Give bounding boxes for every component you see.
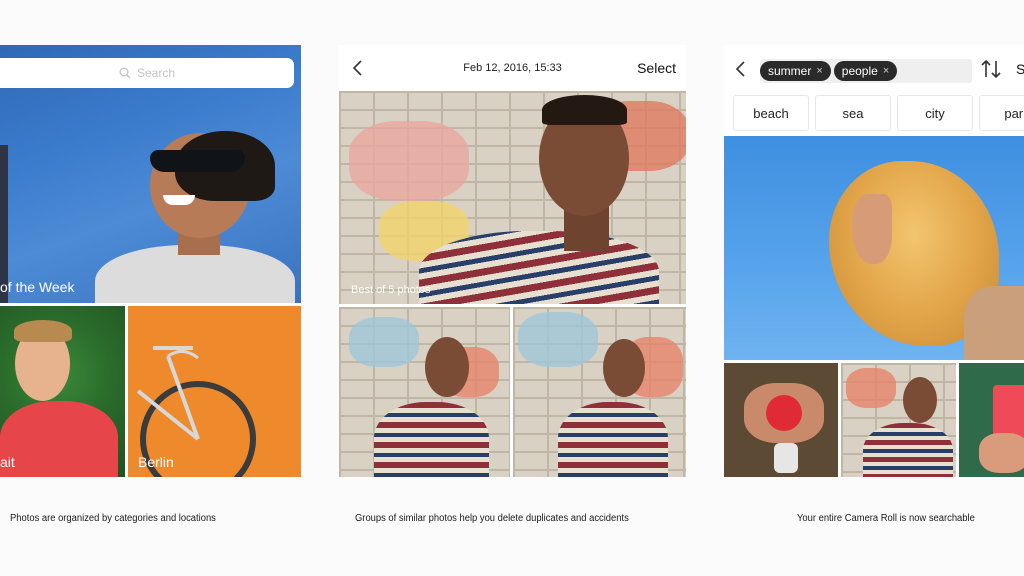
caption-search: Your entire Camera Roll is now searchabl… <box>797 513 975 524</box>
hand <box>979 433 1024 473</box>
portrait-category-card[interactable]: ait <box>0 306 125 477</box>
search-placeholder: Search <box>136 66 176 80</box>
caption-categories: Photos are organized by categories and l… <box>10 513 216 524</box>
suggestion-chips: beach sea city park <box>724 95 1024 131</box>
categories-screen: Search of the Week ait Berlin <box>0 45 301 477</box>
chip-beach[interactable]: beach <box>733 95 809 131</box>
graffiti-mark <box>349 121 469 201</box>
boy-head <box>425 337 469 397</box>
photo-date: Feb 12, 2016, 15:33 <box>463 62 562 74</box>
search-token-summer[interactable]: summer × <box>760 61 831 81</box>
remove-token-icon[interactable]: × <box>883 65 889 77</box>
remove-token-icon[interactable]: × <box>816 65 822 77</box>
boy-shirt <box>374 402 489 477</box>
location-label: Berlin <box>138 454 174 470</box>
similar-photo-thumbnail[interactable] <box>513 307 686 477</box>
select-button[interactable]: Select <box>637 60 676 76</box>
graffiti-mark <box>518 312 598 367</box>
chip-park[interactable]: park <box>979 95 1024 131</box>
sunglasses <box>150 150 245 172</box>
search-token-field[interactable]: summer × people × <box>760 59 972 83</box>
boy-head <box>603 339 645 397</box>
person-face <box>852 194 892 264</box>
person-smile <box>163 195 195 205</box>
boy-shirt <box>863 423 953 477</box>
search-result-thumbnail[interactable] <box>841 363 956 477</box>
shoe <box>774 443 798 473</box>
best-photo[interactable]: Best of 5 photos <box>339 91 686 304</box>
boy-hair <box>542 95 627 125</box>
chip-sea[interactable]: sea <box>815 95 891 131</box>
category-label: ait <box>0 454 15 470</box>
similar-photo-thumbnail[interactable] <box>339 307 510 477</box>
boy-shirt <box>558 402 668 477</box>
hero-card-label: of the Week <box>0 279 75 295</box>
best-of-label: Best of 5 photos <box>351 284 431 296</box>
search-bar-header: summer × people × S <box>724 45 1024 91</box>
boy-shirt <box>419 231 659 304</box>
berlin-location-card[interactable]: Berlin <box>128 306 301 477</box>
search-bar[interactable]: Search <box>0 58 294 88</box>
similar-photos-screen: Feb 12, 2016, 15:33 Select Best of 5 pho… <box>339 45 686 477</box>
caption-similar-photos: Groups of similar photos help you delete… <box>355 513 629 524</box>
photo-of-the-week-card[interactable]: Search of the Week <box>0 45 301 303</box>
boy-head <box>903 377 937 423</box>
search-token-people[interactable]: people × <box>833 61 898 81</box>
sort-arrows-icon[interactable] <box>979 58 1003 80</box>
token-label: summer <box>768 64 812 78</box>
person-shirt <box>0 401 118 477</box>
strawberries <box>766 395 802 431</box>
token-label: people <box>841 64 878 78</box>
chevron-left-icon[interactable] <box>734 60 748 78</box>
graffiti-mark <box>846 368 896 408</box>
search-result-thumbnail[interactable] <box>959 363 1024 477</box>
search-result-thumbnail[interactable] <box>724 363 838 477</box>
person-hair <box>14 320 72 342</box>
search-result-photo[interactable] <box>724 136 1024 360</box>
navigation-bar: Feb 12, 2016, 15:33 Select <box>339 45 686 91</box>
graffiti-mark <box>349 317 419 367</box>
person-shoulder <box>964 286 1024 360</box>
chip-city[interactable]: city <box>897 95 973 131</box>
search-results-screen: summer × people × S beach sea city park <box>724 45 1024 477</box>
magnifier-icon <box>119 67 131 79</box>
select-button-truncated[interactable]: S <box>1016 61 1024 77</box>
